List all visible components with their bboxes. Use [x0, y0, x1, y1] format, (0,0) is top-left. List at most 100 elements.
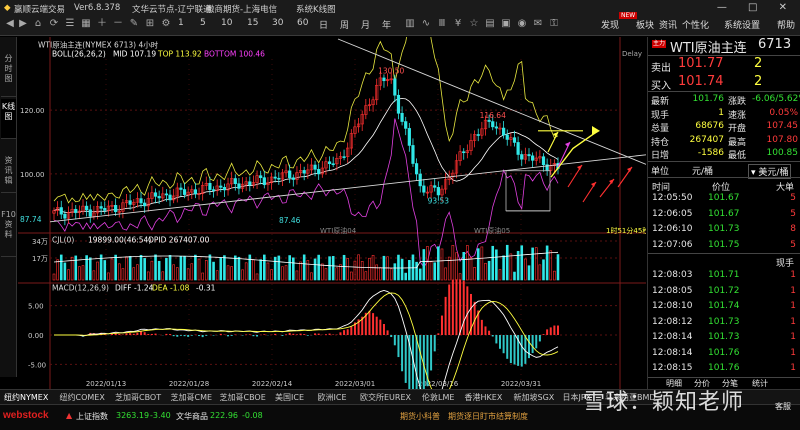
calendar-icon[interactable]: ▣ [500, 18, 512, 30]
delay-label: Delay [622, 50, 642, 58]
volume-bar [542, 259, 545, 281]
stat-value: 0.05% [769, 107, 798, 118]
volume-bar [143, 258, 146, 281]
volume-bar [531, 247, 534, 281]
quote-panel: 主力 WTI原油主连 6713 卖出 101.77 2 买入 101.74 2 … [647, 37, 800, 389]
tick-time: 12:08:03 [652, 270, 693, 280]
buy-price[interactable]: 101.74 [678, 74, 724, 89]
tick-time: 12:08:05 [652, 285, 693, 296]
line-chart-icon[interactable]: ∿ [420, 18, 432, 30]
tip-text[interactable]: 期货逐日盯市结算制度 [448, 411, 528, 422]
tick-header-price: 价位 [712, 183, 731, 193]
menu-discover[interactable]: 发现 [601, 18, 619, 31]
star-icon[interactable]: ☆ [468, 18, 480, 30]
back-icon[interactable]: ◀ [4, 18, 16, 30]
document-icon[interactable]: ▤ [484, 18, 496, 30]
stat-value: 107.80 [766, 134, 799, 145]
period-10[interactable]: 10 [221, 18, 232, 28]
exchange-tab[interactable]: 新加坡SGX [514, 392, 555, 403]
volume-bar [491, 245, 495, 281]
exchange-tab[interactable]: 芝加哥CBOT [115, 392, 161, 403]
sell-price[interactable]: 101.77 [678, 56, 724, 71]
user-icon[interactable]: ◉ [516, 18, 528, 30]
chart-canvas[interactable]: 120.00 100.00 34万 17万 5.00 0.00 -5.00 2022/01/1… [18, 37, 646, 389]
tab-intraday[interactable]: 分时图 [1, 51, 16, 97]
period-week[interactable]: 周 [340, 18, 349, 31]
period-5[interactable]: 5 [200, 18, 206, 28]
exchange-tab[interactable]: 芝加哥CBOE [220, 392, 266, 403]
home-icon[interactable]: ⌂ [32, 18, 44, 30]
exchange-tab[interactable]: 欧洲ICE [318, 392, 347, 403]
candle-body [85, 205, 89, 211]
period-1[interactable]: 1 [178, 18, 184, 28]
grid-icon[interactable]: ▦ [80, 18, 92, 30]
indicator-icon[interactable]: Ⅲ [436, 18, 448, 30]
forward-icon[interactable]: ▶ [17, 18, 29, 30]
zoom-in-icon[interactable]: ＋ [96, 18, 108, 30]
stat-label: 最新 [651, 97, 670, 107]
period-day[interactable]: 日 [319, 18, 328, 31]
candle-body [491, 121, 495, 128]
period-15[interactable]: 15 [247, 18, 258, 28]
exchange-tab[interactable]: 纽约NYMEX [4, 392, 48, 403]
volume-bar [255, 273, 259, 281]
macd-tick-label: -5.00 [28, 361, 46, 369]
tick-price: 101.73 [708, 224, 740, 234]
volume-bar [415, 261, 418, 281]
candle-body [168, 194, 172, 201]
message-icon[interactable]: ✉ [532, 18, 544, 30]
candle-body [494, 126, 498, 129]
refresh-icon[interactable]: ⟳ [48, 18, 60, 30]
candle-body [259, 175, 263, 178]
money-icon[interactable]: ¥ [452, 18, 464, 30]
period-year[interactable]: 年 [382, 18, 391, 31]
projection-arrow-head [592, 126, 600, 136]
exchange-tab[interactable]: 纽约COMEX [60, 392, 105, 403]
lock-icon[interactable]: ⚿ [548, 18, 560, 30]
tab-news[interactable]: 资讯辑 [1, 153, 16, 193]
menu-news[interactable]: 资讯 [659, 18, 677, 31]
exchange-tab[interactable]: 欧交所EUREX [360, 392, 411, 403]
vol-value: 19899.00(46:54) [88, 236, 151, 245]
tick-qty: 1 [790, 363, 796, 373]
menu-sector[interactable]: 板块 [636, 18, 654, 31]
volume-bar [556, 254, 560, 281]
tick-qty: 1 [790, 316, 796, 327]
candle-body [400, 112, 404, 122]
draw-tool-icon[interactable]: ✎ [128, 18, 140, 30]
broker-line[interactable]: 徽商期货-上海电信 [206, 3, 277, 15]
exchange-tab[interactable]: 伦敦LME [422, 392, 454, 403]
volume-bar [429, 261, 433, 281]
tab-kline[interactable]: K线图 [1, 99, 16, 139]
tab-f10[interactable]: F10资料 [1, 207, 16, 257]
exchange-tab[interactable]: 美国ICE [275, 392, 304, 403]
tick-qty: 5 [790, 193, 796, 203]
volume-bar [386, 256, 389, 281]
menu-help[interactable]: 帮助 [777, 18, 795, 31]
period-month[interactable]: 月 [361, 18, 370, 31]
client-service-button[interactable]: 客服 [775, 401, 791, 412]
menu-personalize[interactable]: 个性化 [682, 18, 709, 31]
candle-body [211, 189, 216, 191]
kline-chart[interactable]: 120.00 100.00 34万 17万 5.00 0.00 -5.00 2022/01/1… [18, 37, 646, 389]
zoom-out-icon[interactable]: － [112, 18, 124, 30]
candle-body [393, 78, 397, 96]
period-60[interactable]: 60 [297, 18, 308, 28]
period-30[interactable]: 30 [272, 18, 283, 28]
volume-bar [462, 252, 466, 281]
cloud-node[interactable]: 文华云节点-辽宁联通 [132, 3, 212, 15]
candle-body [139, 198, 143, 204]
exchange-tab[interactable]: 芝加哥CME [171, 392, 213, 403]
bar-chart-icon[interactable]: ▥ [404, 18, 416, 30]
macd-tick-label: 5.00 [28, 303, 44, 311]
volume-bar [107, 272, 110, 281]
window-controls[interactable]: — □ ✕ [717, 2, 796, 13]
exchange-tab[interactable]: 香港HKEX [465, 392, 503, 403]
settings-tool-icon[interactable]: ⚙ [160, 18, 172, 30]
menu-settings[interactable]: 系统设置 [724, 18, 760, 31]
date-tick-label: 2022/01/28 [169, 380, 209, 388]
volume-bar [397, 254, 400, 281]
chart-tool-icon[interactable]: ⊞ [144, 18, 156, 30]
tab-stats[interactable]: 统计 [752, 378, 768, 389]
list-icon[interactable]: ☰ [64, 18, 76, 30]
